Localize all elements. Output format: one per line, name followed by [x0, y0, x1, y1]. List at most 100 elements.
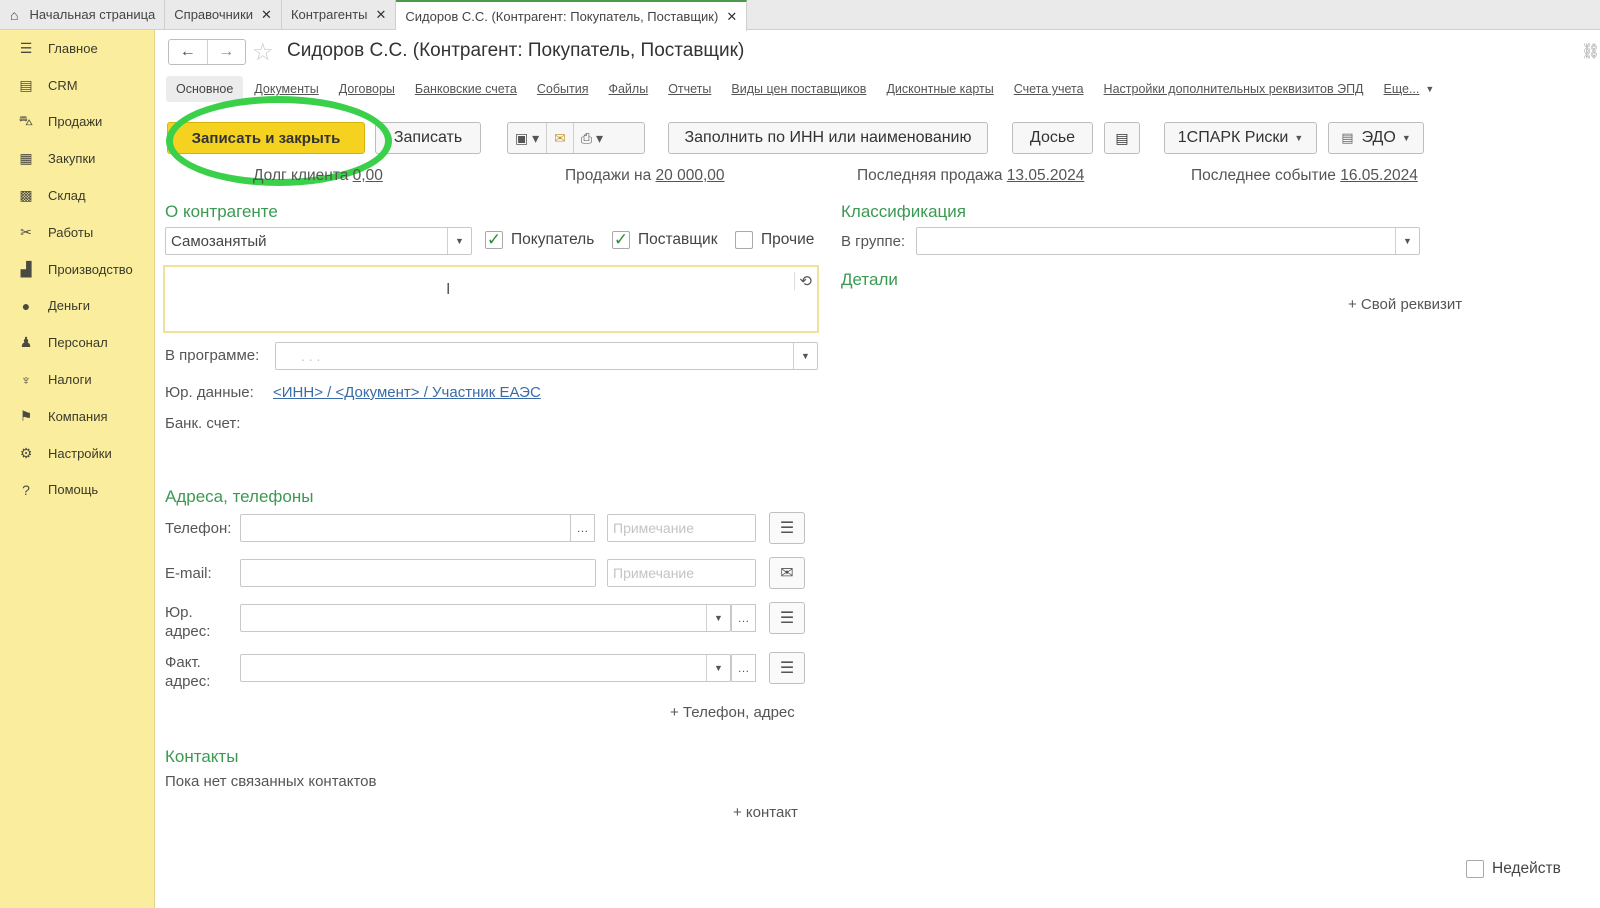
sidebar-item-purchases[interactable]: ▦ Закупки — [0, 140, 154, 177]
more-dots-icon[interactable]: … — [731, 604, 756, 632]
tab-contracts[interactable]: Договоры — [339, 82, 395, 96]
chevron-down-icon[interactable]: ▼ — [706, 655, 730, 681]
sidebar-item-taxes[interactable]: ♆ Налоги — [0, 361, 154, 398]
tab-supplier-prices[interactable]: Виды цен поставщиков — [731, 82, 866, 96]
legal-data-link[interactable]: <ИНН> / <Документ> / Участник ЕАЭС — [273, 384, 541, 401]
email-note-placeholder: Примечание — [613, 565, 695, 581]
tab-home[interactable]: ⌂ Начальная страница — [0, 0, 166, 29]
history-icon[interactable]: ⟲ — [794, 272, 812, 290]
add-contact-link[interactable]: + контакт — [733, 804, 798, 821]
fill-by-inn-button[interactable]: Заполнить по ИНН или наименованию — [668, 122, 988, 154]
menu-icon: ☰ — [19, 39, 33, 56]
sidebar-item-staff[interactable]: ♟ Персонал — [0, 324, 154, 361]
tab-bank-accounts[interactable]: Банковские счета — [415, 82, 517, 96]
sidebar-item-help[interactable]: ? Помощь — [0, 472, 154, 509]
phone-input[interactable] — [240, 514, 571, 542]
close-icon[interactable]: ✕ — [261, 7, 272, 23]
save-button[interactable]: Записать — [375, 122, 481, 154]
legal-address-select[interactable]: ▼ — [240, 604, 731, 632]
page-title: Сидоров С.С. (Контрагент: Покупатель, По… — [287, 40, 745, 61]
sales-value[interactable]: 20 000,00 — [656, 167, 725, 184]
add-phone-address-link[interactable]: + Телефон, адрес — [670, 704, 795, 721]
tab-events[interactable]: События — [537, 82, 589, 96]
sidebar-item-label: Главное — [48, 40, 98, 56]
link-icon[interactable]: ⛓ — [1581, 42, 1600, 60]
fact-address-select[interactable]: ▼ — [240, 654, 731, 682]
tab-current-counterparty[interactable]: Сидоров С.С. (Контрагент: Покупатель, По… — [396, 0, 748, 31]
inactive-checkbox[interactable]: Недейств — [1466, 860, 1561, 878]
favorite-star-icon[interactable]: ☆ — [252, 38, 274, 67]
sidebar-item-label: Производство — [48, 261, 133, 277]
tab-documents[interactable]: Документы — [254, 82, 318, 96]
tab-files[interactable]: Файлы — [608, 82, 648, 96]
spark-risks-label: 1СПАРК Риски — [1177, 129, 1289, 146]
tab-directories[interactable]: Справочники ✕ — [165, 0, 282, 29]
more-dots-icon[interactable]: … — [731, 654, 756, 682]
tab-accounts[interactable]: Счета учета — [1014, 82, 1084, 96]
back-arrow-icon[interactable]: ← — [169, 40, 207, 64]
name-textarea[interactable]: I ⟲ — [163, 265, 819, 333]
chevron-down-icon[interactable]: ▼ — [706, 605, 730, 631]
sidebar: ☰ Главное ▤ CRM ⛍ Продажи ▦ Закупки ▩ Склад ✂… — [0, 30, 155, 908]
sidebar-item-production[interactable]: ▟ Производство — [0, 251, 154, 288]
email-input[interactable] — [240, 559, 596, 587]
sidebar-item-label: CRM — [48, 77, 78, 93]
sidebar-item-main[interactable]: ☰ Главное — [0, 30, 154, 67]
help-icon: ? — [22, 481, 30, 498]
tab-more[interactable]: Еще... — [1384, 82, 1420, 96]
edo-button[interactable]: ▤ ЭДО ▼ — [1328, 122, 1424, 154]
sidebar-item-label: Помощь — [48, 482, 99, 498]
last-sale-label: Последняя продажа — [857, 167, 1003, 184]
sidebar-item-crm[interactable]: ▤ CRM — [0, 67, 154, 104]
forward-arrow-icon[interactable]: → — [206, 40, 246, 64]
more-dots-icon[interactable]: … — [570, 514, 595, 542]
tab-main[interactable]: Основное — [166, 76, 244, 102]
mail-icon[interactable]: ✉ — [546, 123, 573, 153]
tab-reports[interactable]: Отчеты — [668, 82, 711, 96]
close-icon[interactable]: ✕ — [376, 7, 387, 23]
taxes-icon: ♆ — [20, 371, 32, 388]
add-own-attribute-link[interactable]: + Свой реквизит — [1348, 296, 1462, 313]
empty-checkbox — [735, 231, 753, 249]
create-based-on-icon[interactable]: ▣ ▾ — [508, 123, 546, 153]
last-event-value[interactable]: 16.05.2024 — [1340, 167, 1418, 184]
counterparty-type-select[interactable]: Самозанятый ▼ — [165, 227, 472, 255]
sidebar-item-money[interactable]: ● Деньги — [0, 288, 154, 325]
phone-note-input[interactable]: Примечание — [607, 514, 756, 542]
tab-counterparties-label: Контрагенты — [290, 7, 368, 22]
inactive-label: Недейств — [1492, 860, 1561, 877]
save-and-close-button[interactable]: Записать и закрыть — [167, 122, 365, 154]
tab-counterparties[interactable]: Контрагенты ✕ — [282, 0, 397, 29]
chevron-down-icon[interactable]: ▼ — [793, 343, 817, 369]
tab-discount-cards[interactable]: Дисконтные карты — [886, 82, 993, 96]
sidebar-item-company[interactable]: ⚑ Компания — [0, 398, 154, 435]
print-icon[interactable]: ⎙ ▾ — [572, 123, 610, 153]
sidebar-item-settings[interactable]: ⚙ Настройки — [0, 435, 154, 472]
close-icon[interactable]: ✕ — [726, 9, 737, 25]
lines-menu-icon[interactable]: ☰ — [769, 602, 805, 634]
dossier-button[interactable]: Досье — [1012, 122, 1093, 154]
group-select[interactable]: ▼ — [916, 227, 1420, 255]
program-select[interactable]: . . . ▼ — [275, 342, 818, 370]
debt-value[interactable]: 0,00 — [353, 167, 383, 184]
chevron-down-icon[interactable]: ▼ — [1425, 84, 1434, 94]
chevron-down-icon[interactable]: ▼ — [1395, 228, 1419, 254]
buyer-checkbox[interactable]: ✓ Покупатель — [485, 230, 594, 249]
phone-note-placeholder: Примечание — [613, 520, 695, 536]
bank-account-label: Банк. счет: — [165, 415, 241, 432]
other-checkbox[interactable]: Прочие — [735, 231, 814, 249]
chevron-down-icon[interactable]: ▼ — [447, 228, 471, 254]
lines-menu-icon[interactable]: ☰ — [769, 512, 805, 544]
email-note-input[interactable]: Примечание — [607, 559, 756, 587]
tab-epd-settings[interactable]: Настройки дополнительных реквизитов ЭПД — [1104, 82, 1364, 96]
supplier-checkbox[interactable]: ✓ Поставщик — [612, 230, 717, 249]
sidebar-item-warehouse[interactable]: ▩ Склад — [0, 177, 154, 214]
lines-menu-icon[interactable]: ☰ — [769, 652, 805, 684]
text-cursor-icon: I — [446, 281, 451, 298]
spark-risks-button[interactable]: 1СПАРК Риски ▼ — [1164, 122, 1317, 154]
last-sale-value[interactable]: 13.05.2024 — [1007, 167, 1085, 184]
envelope-icon[interactable]: ✉ — [769, 557, 805, 589]
document-settings-icon[interactable]: ▤ — [1104, 122, 1140, 154]
sidebar-item-works[interactable]: ✂ Работы — [0, 214, 154, 251]
sidebar-item-sales[interactable]: ⛍ Продажи — [0, 104, 154, 141]
